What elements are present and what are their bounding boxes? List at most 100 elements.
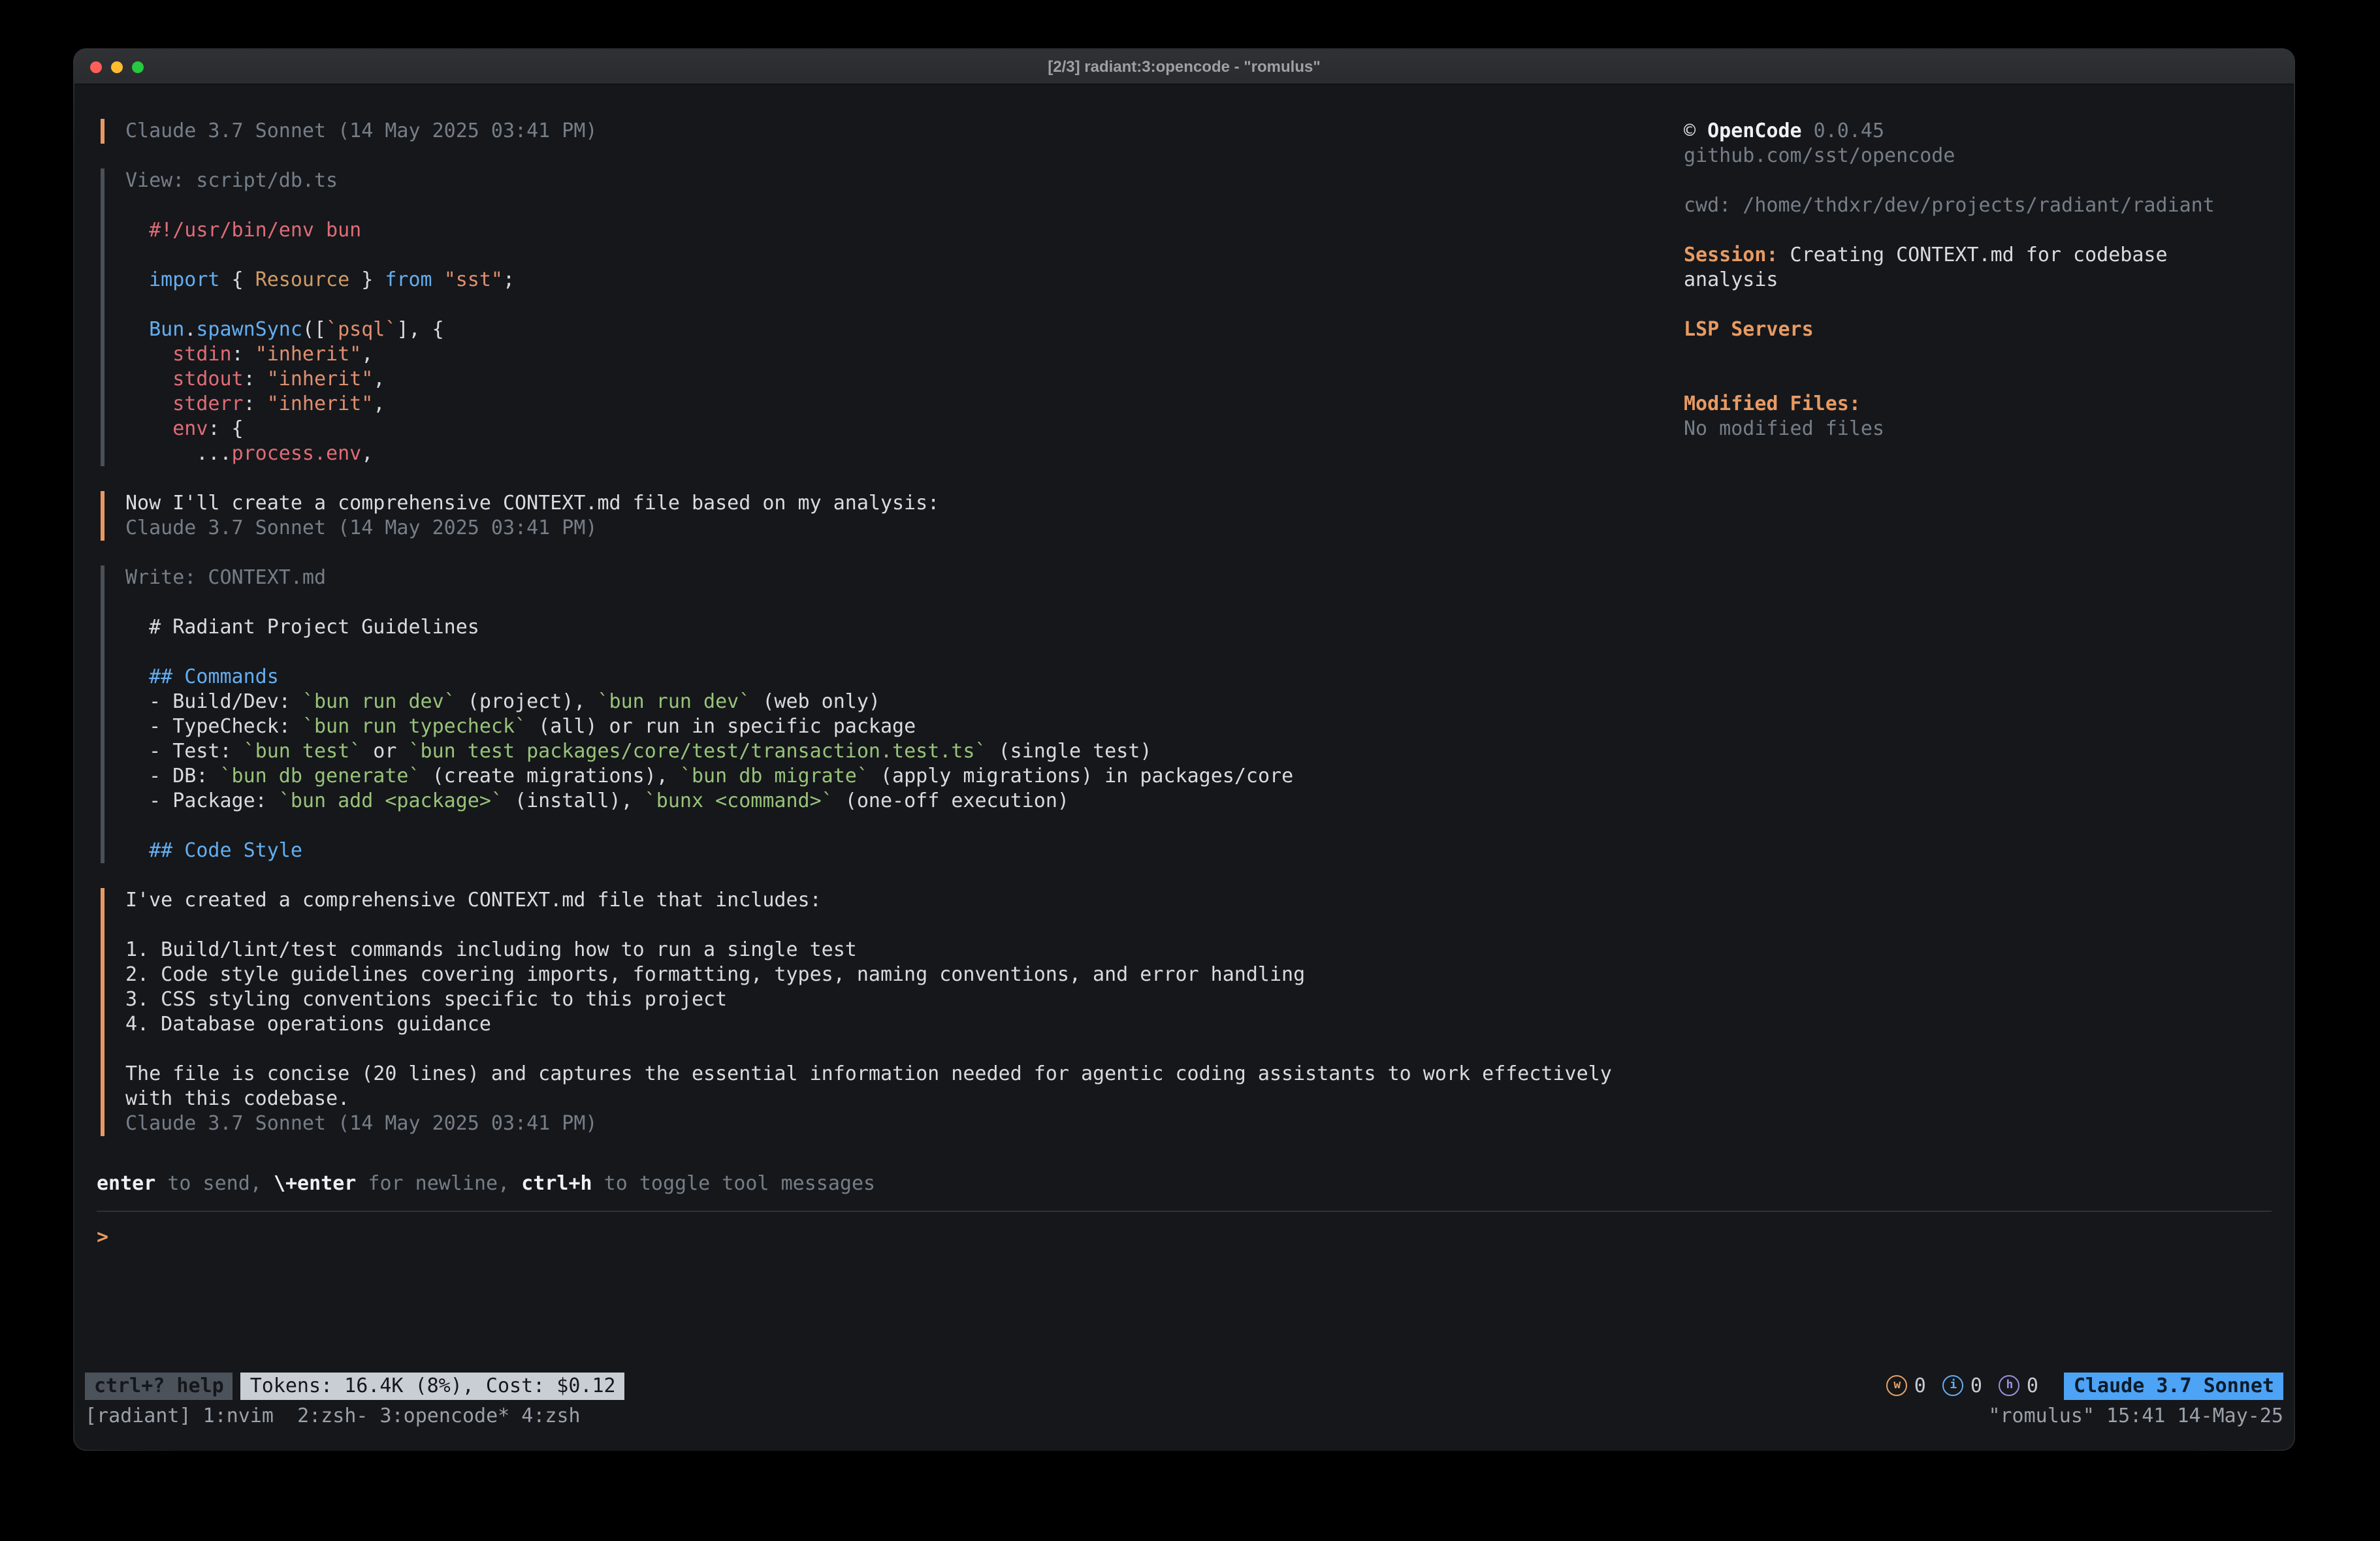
text-segment: 0.0.45 <box>1802 119 1884 142</box>
text-segment: (install), <box>503 789 645 812</box>
text-segment: analysis <box>1684 268 1778 291</box>
text-segment: : <box>232 342 255 366</box>
terminal-line: 3. CSS styling conventions specific to t… <box>125 987 1684 1012</box>
terminal-line: with this codebase. <box>125 1087 1684 1111</box>
hint-segment: enter <box>97 1171 155 1195</box>
text-segment: (single test) <box>987 739 1152 763</box>
text-segment: (apply migrations) in packages/core <box>869 764 1293 787</box>
text-segment: Session: <box>1684 243 1778 266</box>
terminal-line: - Test: `bun test` or `bun test packages… <box>125 739 1684 764</box>
terminal-line: 2. Code style guidelines covering import… <box>125 962 1684 987</box>
terminal-line: LSP Servers <box>1684 317 2294 342</box>
text-segment: `psql` <box>326 317 396 341</box>
text-segment: } <box>349 268 385 291</box>
terminal-line: ## Code Style <box>125 838 1684 863</box>
assistant-summary-block: I've created a comprehensive CONTEXT.md … <box>101 888 1684 1136</box>
text-segment: : <box>244 392 267 415</box>
text-segment: ([ <box>302 317 326 341</box>
warnings-count: 0 <box>1914 1374 1926 1397</box>
text-segment <box>432 268 444 291</box>
prompt-symbol: > <box>97 1225 108 1248</box>
text-segment <box>125 342 172 366</box>
text-segment <box>125 367 172 390</box>
text-segment: stdout <box>172 367 243 390</box>
conversation: Claude 3.7 Sonnet (14 May 2025 03:41 PM)… <box>74 85 1684 1164</box>
prompt-input[interactable]: > <box>74 1212 2294 1369</box>
terminal-line <box>125 293 1684 317</box>
text-segment: ... <box>125 441 232 465</box>
text-segment: ], { <box>396 317 443 341</box>
terminal-line <box>125 913 1684 938</box>
terminal-line: Now I'll create a comprehensive CONTEXT.… <box>125 491 1684 516</box>
text-segment: OpenCode <box>1707 119 1802 142</box>
text-segment: import <box>149 268 219 291</box>
terminal-line: Session: Creating CONTEXT.md for codebas… <box>1684 243 2294 268</box>
terminal-line: Write: CONTEXT.md <box>125 565 1684 590</box>
text-segment: ## Code Style <box>125 838 302 862</box>
text-segment: Claude 3.7 Sonnet (14 May 2025 03:41 PM) <box>125 516 597 539</box>
text-segment: `bun run typecheck` <box>302 714 526 738</box>
text-segment: `bun test packages/core/test/transaction… <box>409 739 987 763</box>
text-segment: © <box>1684 119 1707 142</box>
terminal-line: 4. Database operations guidance <box>125 1012 1684 1037</box>
terminal-line: ## Commands <box>125 665 1684 690</box>
terminal-line: import { Resource } from "sst"; <box>125 268 1684 293</box>
text-segment: , <box>373 367 385 390</box>
text-segment: Write: CONTEXT.md <box>125 565 326 589</box>
terminal-line: # Radiant Project Guidelines <box>125 615 1684 640</box>
text-segment: "sst" <box>444 268 503 291</box>
text-segment: Creating CONTEXT.md for codebase <box>1778 243 2168 266</box>
terminal-line <box>1684 367 2294 392</box>
text-segment: Bun <box>149 317 184 341</box>
info-count: 0 <box>1970 1374 1982 1397</box>
text-segment: (project), <box>456 690 598 713</box>
tmux-session-info: "romulus" 15:41 14-May-25 <box>1988 1403 2283 1429</box>
text-segment: process.env <box>232 441 362 465</box>
text-segment: from <box>385 268 432 291</box>
terminal-line <box>125 1037 1684 1062</box>
text-segment: "inherit" <box>255 342 362 366</box>
text-segment: Claude 3.7 Sonnet (14 May 2025 03:41 PM) <box>125 1111 597 1135</box>
text-segment: (all) or run in specific package <box>526 714 916 738</box>
tmux-spacer <box>581 1403 1989 1429</box>
text-segment: `bun test` <box>244 739 362 763</box>
text-segment: with this codebase. <box>125 1087 349 1110</box>
text-segment: 1. Build/lint/test commands including ho… <box>125 938 857 961</box>
text-segment: - DB: <box>125 764 220 787</box>
text-segment: . <box>184 317 196 341</box>
text-segment: I've created a comprehensive CONTEXT.md … <box>125 888 822 912</box>
tool-write-block: Write: CONTEXT.md # Radiant Project Guid… <box>101 565 1684 863</box>
terminal-line: stdin: "inherit", <box>125 342 1684 367</box>
terminal-line: 1. Build/lint/test commands including ho… <box>125 938 1684 962</box>
text-segment: github.com/sst/opencode <box>1684 144 1955 167</box>
text-segment: `bun db migrate` <box>680 764 869 787</box>
tokens-badge: Tokens: 16.4K (8%), Cost: $0.12 <box>241 1372 625 1399</box>
terminal-line: I've created a comprehensive CONTEXT.md … <box>125 888 1684 913</box>
tmux-windows[interactable]: [radiant] 1:nvim 2:zsh- 3:opencode* 4:zs… <box>85 1403 581 1429</box>
text-segment <box>125 268 149 291</box>
terminal-line: View: script/db.ts <box>125 168 1684 193</box>
terminal-line: ...process.env, <box>125 441 1684 466</box>
text-segment: - TypeCheck: <box>125 714 302 738</box>
terminal-line: analysis <box>1684 268 2294 293</box>
terminal-line <box>125 814 1684 838</box>
terminal-line: Modified Files: <box>1684 392 2294 417</box>
text-segment: - Build/Dev: <box>125 690 302 713</box>
hints-count: 0 <box>2027 1374 2038 1397</box>
terminal-line: - TypeCheck: `bun run typecheck` (all) o… <box>125 714 1684 739</box>
text-segment: , <box>361 441 373 465</box>
terminal-line: © OpenCode 0.0.45 <box>1684 119 2294 144</box>
desktop: [2/3] radiant:3:opencode - "romulus" Cla… <box>0 0 2380 1541</box>
text-segment <box>125 417 172 440</box>
hint-line: enter to send, \+enter for newline, ctrl… <box>74 1164 2294 1204</box>
text-segment: (one-off execution) <box>833 789 1069 812</box>
text-segment: : <box>244 367 267 390</box>
text-segment: env <box>172 417 208 440</box>
terminal-line: - Package: `bun add <package>` (install)… <box>125 789 1684 814</box>
text-segment: 4. Database operations guidance <box>125 1012 491 1036</box>
terminal-line: env: { <box>125 417 1684 441</box>
text-segment: 2. Code style guidelines covering import… <box>125 962 1305 986</box>
tmux-status-bar: [radiant] 1:nvim 2:zsh- 3:opencode* 4:zs… <box>74 1403 2294 1429</box>
help-badge: ctrl+? help <box>85 1372 233 1399</box>
terminal-line: Claude 3.7 Sonnet (14 May 2025 03:41 PM) <box>125 516 1684 541</box>
